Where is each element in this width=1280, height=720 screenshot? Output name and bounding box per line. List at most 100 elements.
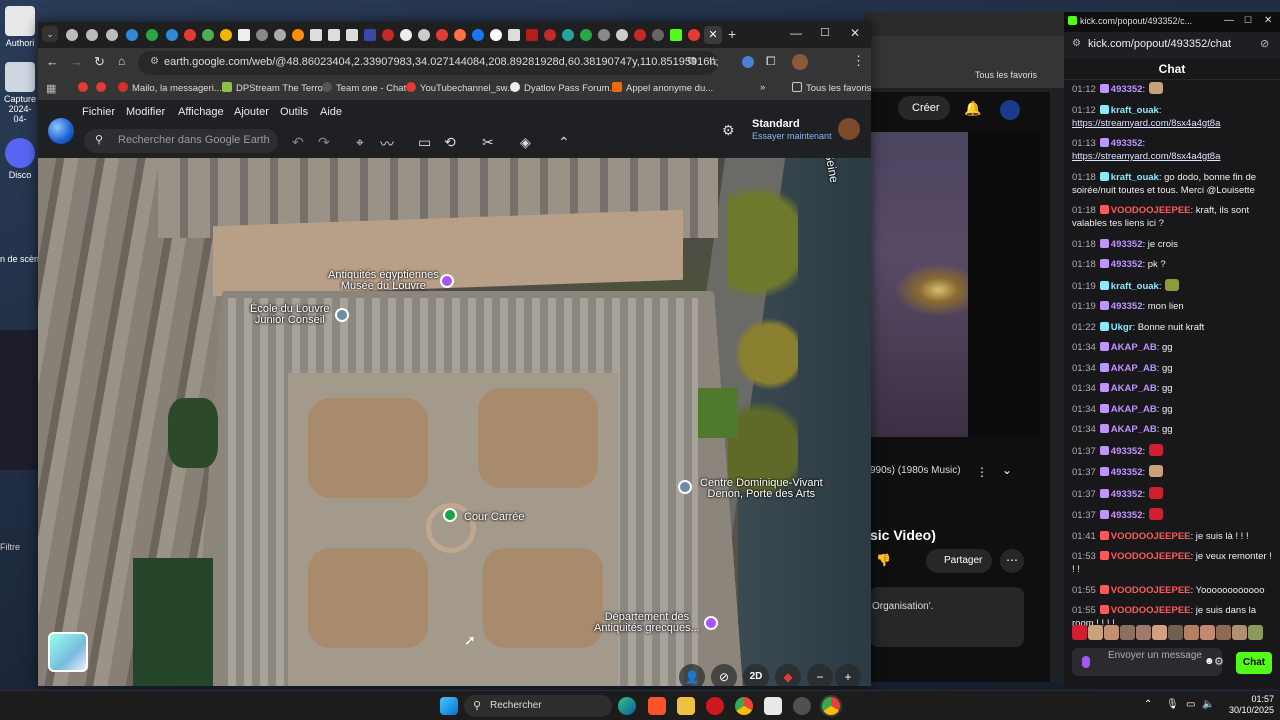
tray-chevron-icon[interactable]: ⌃ bbox=[1144, 699, 1152, 710]
edge-icon[interactable] bbox=[618, 697, 636, 715]
dislike-icon[interactable]: 👎 bbox=[876, 553, 891, 567]
tab-icon[interactable] bbox=[688, 29, 700, 41]
menu-affichage[interactable]: Affichage bbox=[178, 106, 224, 118]
message-username[interactable]: AKAP_AB bbox=[1111, 363, 1157, 374]
tab-icon[interactable] bbox=[472, 29, 484, 41]
microphone-icon[interactable]: 🎙 bbox=[1166, 699, 1179, 710]
tab-icon[interactable] bbox=[580, 29, 592, 41]
close-icon[interactable]: ✕ bbox=[850, 26, 860, 40]
google-earth-logo[interactable] bbox=[48, 118, 74, 144]
tab-icon[interactable] bbox=[126, 29, 138, 41]
brave-icon[interactable] bbox=[648, 697, 666, 715]
history-icon[interactable]: ⟲ bbox=[444, 134, 456, 151]
send-chat-button[interactable]: Chat bbox=[1236, 652, 1272, 674]
message-username[interactable]: VOODOOJEEPEE bbox=[1111, 605, 1191, 616]
bg-all-bookmarks[interactable]: Tous les favoris bbox=[975, 70, 1037, 80]
tab-icon[interactable] bbox=[220, 29, 232, 41]
bookmark-appel-anonyme[interactable]: Appel anonyme du... bbox=[612, 82, 713, 94]
description-box[interactable]: Organisation'. bbox=[870, 587, 1024, 647]
tab-icon[interactable] bbox=[346, 29, 358, 41]
tab-icon[interactable] bbox=[146, 29, 158, 41]
minimize-icon[interactable]: — bbox=[1224, 15, 1234, 26]
tab-icon[interactable] bbox=[274, 29, 286, 41]
windows-start-icon[interactable] bbox=[440, 697, 458, 715]
bookmark-mailo[interactable]: Mailo, la messageri... bbox=[118, 82, 222, 94]
message-username[interactable]: 493352 bbox=[1111, 446, 1143, 457]
park-pin-icon[interactable] bbox=[443, 508, 457, 522]
bookmark-team-one[interactable]: Team one - Chat bbox=[322, 82, 406, 94]
url-field[interactable]: earth.google.com/web/@48.86023404,2.3390… bbox=[138, 51, 718, 75]
emote-icon[interactable] bbox=[1184, 625, 1199, 640]
emote-icon[interactable] bbox=[1136, 625, 1151, 640]
try-now-link[interactable]: Essayer maintenant bbox=[752, 131, 832, 141]
emoji-icon[interactable]: ☻ bbox=[1204, 656, 1215, 667]
extension-icon[interactable] bbox=[742, 56, 754, 68]
tab-icon[interactable] bbox=[328, 29, 340, 41]
message-link[interactable]: https://streamyard.com/8sx4a4gt8a bbox=[1072, 117, 1272, 130]
account-avatar[interactable] bbox=[838, 118, 860, 140]
tab-icon[interactable] bbox=[490, 29, 502, 41]
share-button[interactable]: Partager bbox=[926, 549, 992, 573]
volume-icon[interactable]: 🔈 bbox=[1202, 699, 1214, 710]
layers-icon[interactable]: ◈ bbox=[520, 134, 531, 151]
map-style-thumbnail[interactable] bbox=[48, 632, 88, 672]
emote-icon[interactable] bbox=[1072, 625, 1087, 640]
extensions-puzzle-icon[interactable]: ⧠ bbox=[766, 54, 776, 69]
close-icon[interactable]: ✕ bbox=[1264, 15, 1272, 26]
message-username[interactable]: 493352 bbox=[1111, 84, 1143, 95]
create-button[interactable]: Créer bbox=[898, 96, 950, 120]
message-username[interactable]: AKAP_AB bbox=[1111, 424, 1157, 435]
taskbar-clock[interactable]: 01:57 30/10/2025 bbox=[1229, 694, 1274, 716]
message-username[interactable]: 493352 bbox=[1111, 510, 1143, 521]
museum-pin-icon[interactable] bbox=[440, 274, 454, 288]
tools-icon[interactable]: ✂ bbox=[482, 134, 494, 151]
emote-icon[interactable] bbox=[1168, 625, 1183, 640]
message-username[interactable]: 493352 bbox=[1111, 467, 1143, 478]
tab-icon[interactable] bbox=[106, 29, 118, 41]
reload-icon[interactable]: ↻ bbox=[94, 54, 105, 70]
message-username[interactable]: kraft_ouak bbox=[1111, 281, 1159, 292]
site-info-icon[interactable]: ⚙ bbox=[150, 56, 159, 67]
back-icon[interactable]: ← bbox=[46, 54, 59, 69]
emote-icon[interactable] bbox=[1216, 625, 1231, 640]
menu-fichier[interactable]: Fichier bbox=[82, 106, 115, 118]
tab-icon[interactable] bbox=[526, 29, 538, 41]
profile-avatar[interactable] bbox=[792, 54, 808, 70]
chrome-active-icon[interactable] bbox=[822, 697, 840, 715]
message-username[interactable]: 493352 bbox=[1111, 301, 1143, 312]
more-actions-button[interactable]: ⋯ bbox=[1000, 549, 1024, 573]
chrome-icon[interactable] bbox=[735, 697, 753, 715]
tab-icon[interactable] bbox=[382, 29, 394, 41]
tab-icon[interactable] bbox=[238, 29, 250, 41]
chat-message-input[interactable]: Envoyer un message ☻ bbox=[1072, 648, 1222, 676]
all-bookmarks[interactable]: Tous les favoris bbox=[792, 82, 871, 94]
tab-icon[interactable] bbox=[202, 29, 214, 41]
label-ecole-du-louvre[interactable]: École du Louvre Junior Conseil bbox=[250, 304, 330, 326]
label-centre-denon[interactable]: Centre Dominique-Vivant Denon, Porte des… bbox=[700, 478, 823, 500]
tab-icon[interactable] bbox=[670, 29, 682, 41]
app-icon[interactable] bbox=[764, 697, 782, 715]
browser-menu-icon[interactable]: ⋮ bbox=[852, 53, 865, 69]
tab-icon[interactable] bbox=[364, 29, 376, 41]
avatar[interactable] bbox=[1000, 100, 1020, 120]
maximize-icon[interactable]: ☐ bbox=[820, 26, 830, 39]
message-username[interactable]: Ukgr bbox=[1111, 322, 1133, 333]
message-username[interactable]: VOODOOJEEPEE bbox=[1111, 531, 1191, 542]
label-antiquites-egyptiennes[interactable]: Antiquités égyptiennes Musée du Louvre bbox=[328, 270, 439, 292]
hide-icon[interactable]: ⊘ bbox=[1260, 37, 1269, 50]
emote-icon[interactable] bbox=[1152, 625, 1167, 640]
menu-modifier[interactable]: Modifier bbox=[126, 106, 165, 118]
minimize-icon[interactable]: — bbox=[790, 26, 802, 40]
youtube-icon[interactable] bbox=[96, 82, 106, 92]
toggle-2d-button[interactable]: 2D bbox=[743, 664, 769, 686]
tab-icon[interactable] bbox=[66, 29, 78, 41]
file-explorer-icon[interactable] bbox=[677, 697, 695, 715]
chevron-up-icon[interactable]: ⌃ bbox=[558, 134, 570, 151]
tab-icon[interactable] bbox=[418, 29, 430, 41]
label-cour-carree[interactable]: Cour Carrée bbox=[464, 512, 525, 523]
tab-icon[interactable] bbox=[544, 29, 556, 41]
chat-message-list[interactable]: 01:12 493352: 01:12 kraft_ouak: https://stre… bbox=[1072, 82, 1272, 627]
tab-icon[interactable] bbox=[86, 29, 98, 41]
emote-icon[interactable] bbox=[1104, 625, 1119, 640]
notifications-icon[interactable]: 🔔 bbox=[964, 100, 981, 117]
